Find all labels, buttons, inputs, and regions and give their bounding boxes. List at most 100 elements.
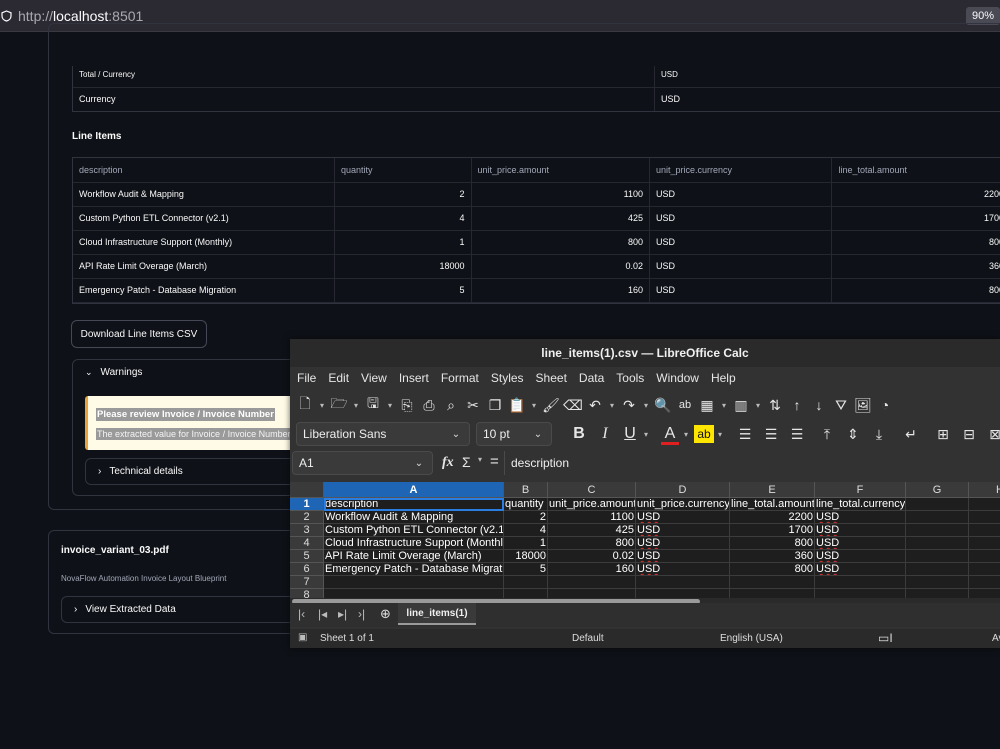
cut-icon[interactable]: ✂ [464, 396, 482, 414]
bold-icon[interactable]: B [570, 425, 588, 443]
cell-h3[interactable] [969, 524, 1000, 537]
table-cell[interactable]: 360 [831, 254, 1000, 279]
cell-g6[interactable] [906, 563, 969, 576]
download-line-items-button[interactable]: Download Line Items CSV [71, 320, 207, 348]
language-status[interactable]: English (USA) [720, 633, 783, 644]
sum-icon[interactable]: Σ [462, 454, 471, 470]
sort-descending-icon[interactable]: ↓ [810, 396, 828, 414]
table-cell[interactable]: 5 [334, 278, 472, 303]
print-icon[interactable]: ⎙ [420, 396, 438, 414]
row-header-5[interactable]: 5 [290, 550, 324, 563]
shield-icon[interactable] [1, 10, 12, 22]
table-cell[interactable]: 800 [471, 230, 650, 255]
column-header-h[interactable]: H [969, 482, 1000, 498]
cell-a2[interactable]: Workflow Audit & Mapping [324, 511, 504, 524]
cell-c5[interactable]: 0.02 [548, 550, 636, 563]
table-cell[interactable]: Custom Python ETL Connector (v2.1) [73, 206, 335, 231]
align-bottom-icon[interactable]: ⤓ [870, 425, 888, 443]
font-color-icon[interactable]: A [661, 425, 679, 445]
cell-e4[interactable]: 800 [730, 537, 815, 550]
print-preview-icon[interactable]: ⌕ [442, 396, 460, 414]
name-box[interactable]: A1 ⌄ [292, 451, 433, 475]
cell-e1[interactable]: line_total.amount [730, 498, 815, 511]
cell-g2[interactable] [906, 511, 969, 524]
column-header[interactable]: line_total.amount [831, 158, 1000, 183]
cell-b7[interactable] [504, 576, 548, 589]
align-middle-icon[interactable]: ⇕ [844, 425, 862, 443]
column-header-g[interactable]: G [906, 482, 969, 498]
chevron-down-icon[interactable]: ▾ [608, 396, 616, 414]
table-cell[interactable]: 2200 [831, 182, 1000, 207]
table-cell[interactable]: 425 [471, 206, 650, 231]
cell-a5[interactable]: API Rate Limit Overage (March) [324, 550, 504, 563]
table-cell[interactable]: USD [649, 206, 833, 231]
cell-e3[interactable]: 1700 [730, 524, 815, 537]
copy-icon[interactable]: ❐ [486, 396, 504, 414]
column-header-e[interactable]: E [730, 482, 815, 498]
merge-cells-icon[interactable]: ⊞ [934, 425, 952, 443]
table-cell[interactable]: Emergency Patch - Database Migration [73, 278, 335, 303]
function-wizard-icon[interactable]: fx [442, 455, 454, 471]
column-header-c[interactable]: C [548, 482, 636, 498]
cell-b3[interactable]: 4 [504, 524, 548, 537]
cell-f3[interactable]: USD [815, 524, 906, 537]
cell-f6[interactable]: USD [815, 563, 906, 576]
table-cell[interactable]: USD [649, 278, 833, 303]
cell-c8[interactable] [548, 589, 636, 598]
select-all-corner[interactable] [290, 482, 324, 498]
row-header-7[interactable]: 7 [290, 576, 324, 589]
row-header-4[interactable]: 4 [290, 537, 324, 550]
find-replace-icon[interactable]: 🔍 [654, 396, 672, 414]
table-cell[interactable]: 18000 [334, 254, 472, 279]
spelling-icon[interactable]: ab [676, 396, 694, 414]
chevron-down-icon[interactable]: ⌄ [406, 452, 432, 474]
column-header-b[interactable]: B [504, 482, 548, 498]
cell-c4[interactable]: 800 [548, 537, 636, 550]
chevron-down-icon[interactable]: ▾ [478, 455, 482, 464]
underline-icon[interactable]: U [621, 425, 639, 443]
cell-h4[interactable] [969, 537, 1000, 550]
spreadsheet-grid[interactable]: A B C D E F G H 1 2 3 4 5 6 7 8 descript… [290, 482, 1000, 598]
cell-e6[interactable]: 800 [730, 563, 815, 576]
cell-f7[interactable] [815, 576, 906, 589]
first-sheet-icon[interactable]: |‹ [298, 607, 305, 621]
cell-h5[interactable] [969, 550, 1000, 563]
align-left-icon[interactable]: ☰ [736, 425, 754, 443]
cell-b4[interactable]: 1 [504, 537, 548, 550]
cell-b2[interactable]: 2 [504, 511, 548, 524]
url-text[interactable]: http://localhost:8501 [18, 8, 143, 24]
row-header-3[interactable]: 3 [290, 524, 324, 537]
cell-g8[interactable] [906, 589, 969, 598]
cell-a8[interactable] [324, 589, 504, 598]
column-header[interactable]: quantity [334, 158, 472, 183]
table-cell[interactable]: 0.02 [471, 254, 650, 279]
row-icon[interactable]: ▦ [698, 396, 716, 414]
previous-sheet-icon[interactable]: |◂ [318, 607, 327, 621]
menu-edit[interactable]: Edit [328, 371, 349, 385]
column-header[interactable]: unit_price.currency [649, 158, 833, 183]
chevron-down-icon[interactable]: ⌄ [525, 423, 551, 445]
menu-styles[interactable]: Styles [491, 371, 524, 385]
cell-c2[interactable]: 1100 [548, 511, 636, 524]
cell-d2[interactable]: USD [636, 511, 730, 524]
cell-d8[interactable] [636, 589, 730, 598]
row-header-6[interactable]: 6 [290, 563, 324, 576]
cell-b8[interactable] [504, 589, 548, 598]
cell-c3[interactable]: 425 [548, 524, 636, 537]
cell-g3[interactable] [906, 524, 969, 537]
sheet-tab[interactable]: line_items(1) [398, 603, 476, 625]
chevron-down-icon[interactable]: ▾ [386, 396, 394, 414]
cell-d6[interactable]: USD [636, 563, 730, 576]
column-header[interactable]: description [73, 158, 335, 183]
table-cell[interactable]: USD [649, 254, 833, 279]
chevron-down-icon[interactable]: ▾ [318, 396, 326, 414]
align-center-icon[interactable]: ☰ [762, 425, 780, 443]
sort-ascending-icon[interactable]: ↑ [788, 396, 806, 414]
menu-view[interactable]: View [361, 371, 387, 385]
table-cell[interactable]: 1 [334, 230, 472, 255]
cell-h8[interactable] [969, 589, 1000, 598]
clear-formatting-icon[interactable]: ⌫ [563, 396, 583, 414]
table-cell[interactable]: 160 [471, 278, 650, 303]
menu-data[interactable]: Data [579, 371, 604, 385]
save-icon[interactable]: 🖫 [364, 395, 382, 414]
